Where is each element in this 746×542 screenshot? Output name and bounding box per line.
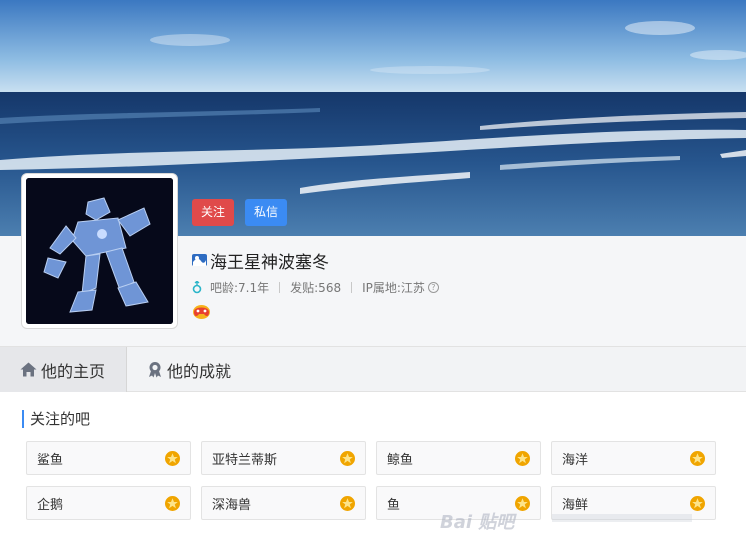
ip-location: IP属地:江苏 <box>362 281 425 295</box>
badge-row <box>192 303 211 324</box>
avatar[interactable] <box>21 173 178 329</box>
help-icon[interactable]: ? <box>427 282 439 293</box>
bar-name: 鲸鱼 <box>387 452 414 468</box>
wave-badge-icon <box>192 251 207 270</box>
watermark-url-strip <box>552 514 692 522</box>
list-item[interactable]: 深海兽 <box>201 486 366 520</box>
avatar-image <box>26 178 173 324</box>
followed-bars-title: 关注的吧 <box>22 410 90 428</box>
gamepad-badge-icon[interactable] <box>192 305 211 324</box>
star-level-icon <box>165 450 180 466</box>
bar-age: 吧龄:7.1年 <box>210 281 270 295</box>
star-level-icon <box>165 495 180 511</box>
tab-achievements-label: 他的成就 <box>167 361 232 381</box>
followed-bars-grid: 鲨鱼 亚特兰蒂斯 鲸鱼 海洋 企鹅 深海兽 鱼 海鲜 <box>26 441 716 520</box>
follow-button[interactable]: 关注 <box>192 199 235 226</box>
star-level-icon <box>515 495 530 511</box>
robot-avatar-icon <box>26 178 173 324</box>
divider <box>279 282 281 293</box>
profile-meta: 吧龄:7.1年 发贴:568 IP属地:江苏 ? <box>192 279 439 296</box>
divider <box>351 282 353 293</box>
bar-name: 鲨鱼 <box>37 452 64 468</box>
bar-name: 鱼 <box>387 497 401 513</box>
username[interactable]: 海王星神波塞冬 <box>210 248 329 273</box>
profile-tabs: 他的主页 他的成就 <box>0 346 746 392</box>
list-item[interactable]: 鲨鱼 <box>26 441 191 475</box>
tab-home[interactable]: 他的主页 <box>0 347 127 392</box>
message-button[interactable]: 私信 <box>245 199 288 226</box>
star-level-icon <box>340 495 355 511</box>
star-level-icon <box>690 495 705 511</box>
list-item[interactable]: 企鹅 <box>26 486 191 520</box>
bar-name: 企鹅 <box>37 497 64 513</box>
star-level-icon <box>515 450 530 466</box>
tab-achievements[interactable]: 他的成就 <box>127 347 251 392</box>
bar-name: 亚特兰蒂斯 <box>212 452 278 468</box>
list-item[interactable]: 海洋 <box>551 441 716 475</box>
bar-name: 深海兽 <box>212 497 252 513</box>
bar-name: 海洋 <box>562 452 589 468</box>
post-count: 发贴:568 <box>290 281 342 295</box>
username-row: 海王星神波塞冬 <box>192 248 329 273</box>
star-level-icon <box>690 450 705 466</box>
bar-name: 海鲜 <box>562 497 589 513</box>
home-icon <box>20 362 37 377</box>
star-level-icon <box>340 450 355 466</box>
achievement-icon <box>147 361 163 378</box>
baidu-tieba-watermark: Bai 贴吧 <box>440 512 515 533</box>
list-item[interactable]: 鲸鱼 <box>376 441 541 475</box>
gender-male-icon <box>192 281 202 294</box>
list-item[interactable]: 亚特兰蒂斯 <box>201 441 366 475</box>
tab-home-label: 他的主页 <box>41 361 106 381</box>
